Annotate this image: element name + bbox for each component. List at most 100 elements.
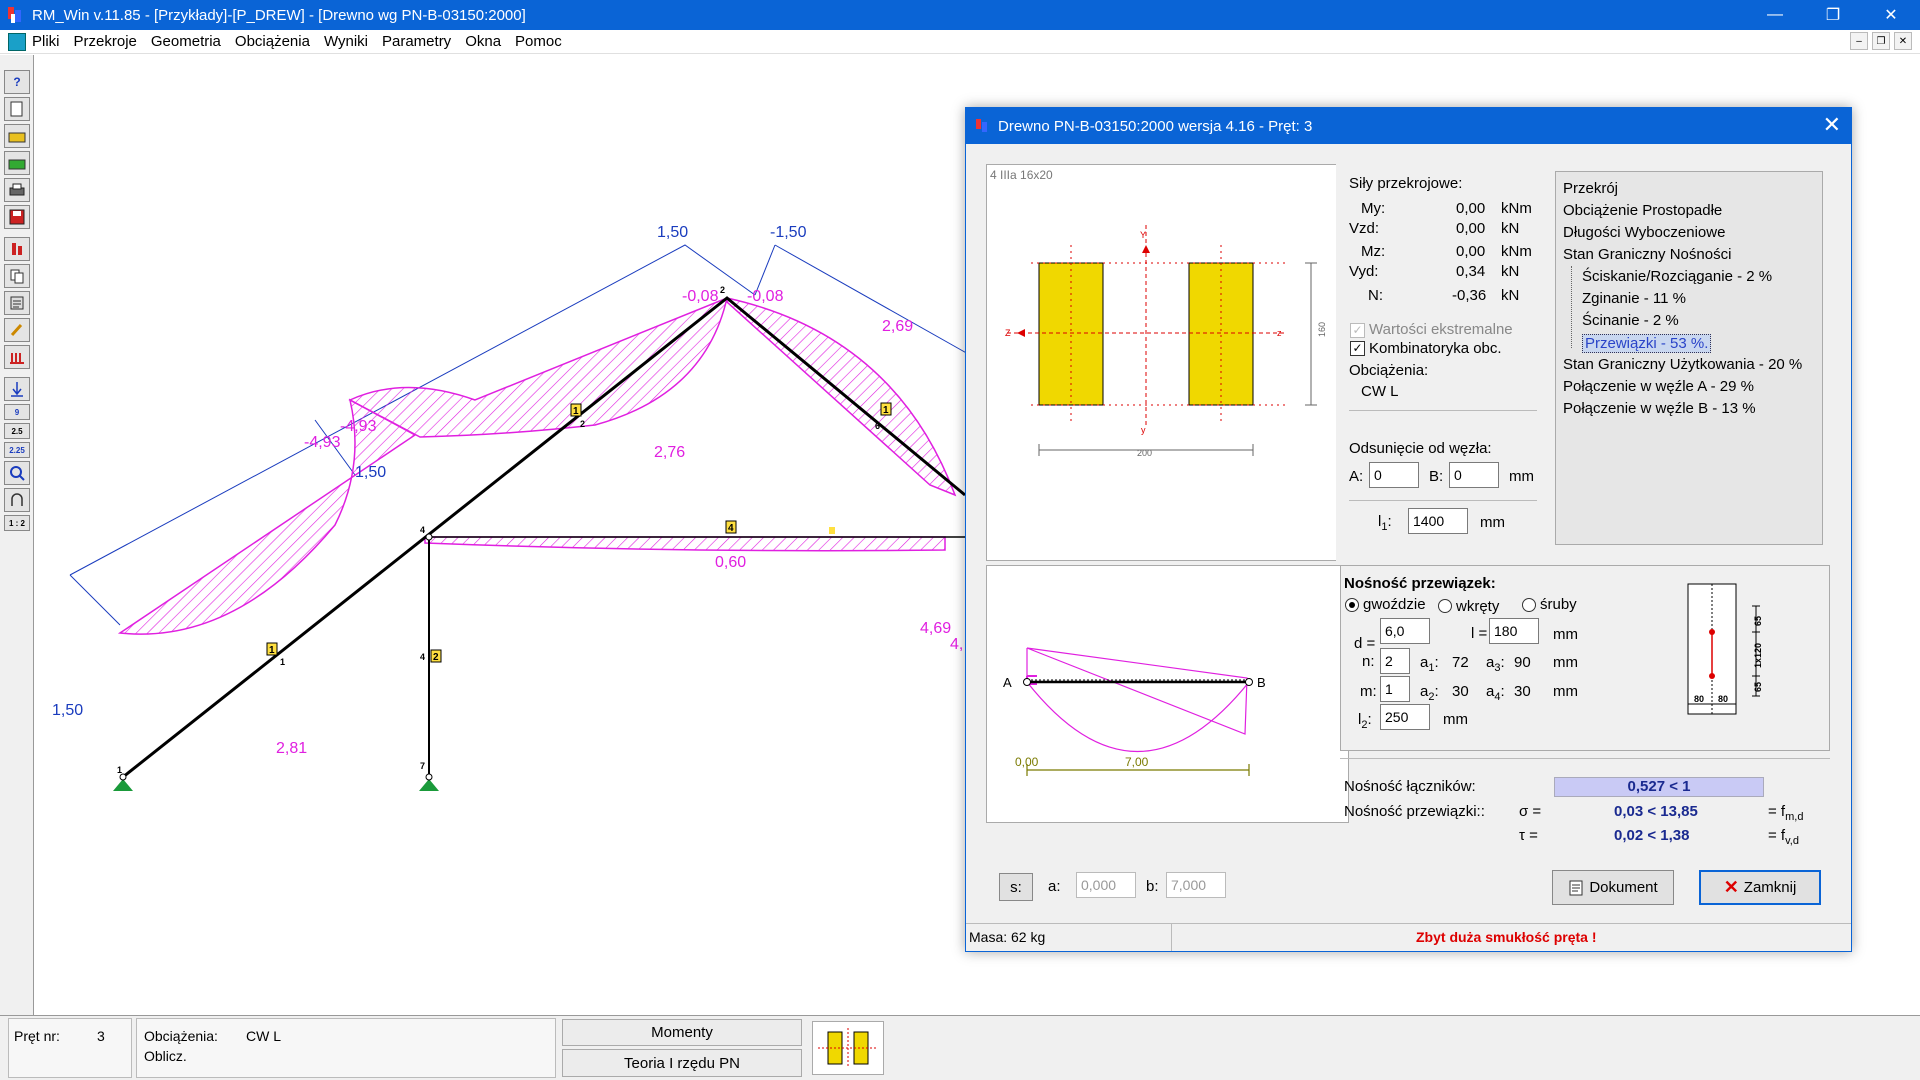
node-label: 6 [875, 421, 880, 431]
dimension-alt-button[interactable]: 2.25 [4, 442, 30, 458]
save-icon[interactable] [4, 205, 30, 229]
menu-geometria[interactable]: Geometria [151, 33, 221, 50]
menu-pliki[interactable]: Pliki [32, 33, 60, 50]
l-input[interactable]: 180 [1489, 618, 1539, 644]
new-file-icon[interactable] [4, 97, 30, 121]
section-icon[interactable] [4, 237, 30, 261]
tree-item-joint-a[interactable]: Połączenie w węźle A - 29 % [1563, 378, 1754, 395]
tree-item-ties-selected[interactable]: Przewiązki - 53 %. [1582, 334, 1712, 353]
document-icon[interactable] [8, 32, 26, 51]
a4-label: a4: [1486, 683, 1505, 703]
document-button-label: Dokument [1589, 879, 1658, 896]
menu-parametry[interactable]: Parametry [382, 33, 451, 50]
tree-item-shear[interactable]: Ścinanie - 2 % [1582, 312, 1679, 329]
coord-a-input[interactable]: 0,000 [1076, 872, 1136, 898]
menu-pomoc[interactable]: Pomoc [515, 33, 562, 50]
force-label-n: N: [1368, 287, 1383, 304]
arch-icon[interactable] [4, 488, 30, 512]
forces-heading: Siły przekrojowe: [1349, 175, 1463, 192]
coord-b-input[interactable]: 7,000 [1166, 872, 1226, 898]
zoom-icon[interactable] [4, 461, 30, 485]
dialog-status-strip [966, 923, 1851, 951]
mdi-close-button[interactable]: ✕ [1894, 32, 1912, 50]
minimize-button[interactable]: — [1746, 0, 1804, 30]
m-input[interactable]: 1 [1380, 676, 1410, 702]
radio-bolts[interactable] [1522, 598, 1536, 612]
offset-b-label: B: [1429, 468, 1444, 485]
tree-item-bending[interactable]: Zginanie - 11 % [1582, 290, 1686, 307]
diagram-value: 1,50 [657, 224, 688, 241]
axis-label: y [1141, 425, 1146, 435]
radio-screws[interactable] [1438, 599, 1452, 613]
load-number-button[interactable]: 9 [4, 404, 30, 420]
axis-label: Z [1005, 328, 1011, 338]
supports-icon[interactable] [4, 345, 30, 369]
results-tree[interactable]: Przekrój Obciążenie Prostopadłe Długości… [1555, 171, 1823, 545]
radio-bolts-label: śruby [1540, 596, 1577, 613]
s-button[interactable]: s: [999, 873, 1033, 901]
diagram-value: -1,50 [770, 224, 807, 241]
tree-item-joint-b[interactable]: Połączenie w węźle B - 13 % [1563, 400, 1756, 417]
report-icon[interactable] [4, 291, 30, 315]
node-label: 2 [720, 285, 725, 295]
extreme-values-checkbox[interactable]: ✓ [1350, 323, 1365, 338]
document-button[interactable]: Dokument [1552, 870, 1674, 905]
close-dialog-button[interactable]: ✕ Zamknij [1699, 870, 1821, 905]
moments-button[interactable]: Momenty [562, 1019, 802, 1046]
offset-a-input[interactable]: 0 [1369, 462, 1419, 488]
maximize-button[interactable]: ❐ [1804, 0, 1862, 30]
tree-item-section[interactable]: Przekrój [1563, 180, 1618, 197]
menu-okna[interactable]: Okna [465, 33, 501, 50]
a3-value: 90 [1514, 654, 1531, 671]
d-l-unit: mm [1553, 626, 1578, 643]
n-input[interactable]: 2 [1380, 648, 1410, 674]
tree-branch-line [1571, 266, 1572, 348]
open-example-icon[interactable] [4, 151, 30, 175]
offset-b-input[interactable]: 0 [1449, 462, 1499, 488]
dialog-loads-label: Obciążenia: [1349, 362, 1429, 379]
section-preview-button[interactable] [812, 1021, 884, 1075]
sketch-dim: 1x120 [1753, 643, 1763, 668]
l2-input[interactable]: 250 [1380, 704, 1430, 730]
tree-item-buckling-lengths[interactable]: Długości Wyboczeniowe [1563, 224, 1725, 241]
sketch-dim: 80 [1694, 694, 1704, 704]
l2-unit: mm [1443, 711, 1468, 728]
bar-label: 1 [269, 645, 275, 656]
d-input[interactable]: 6,0 [1380, 618, 1430, 644]
diagram-value: 1,50 [355, 464, 386, 481]
bar-info-box [8, 1018, 132, 1078]
brush-icon[interactable] [4, 318, 30, 342]
open-folder-icon[interactable] [4, 124, 30, 148]
diagram-value: -0,08 [747, 288, 784, 305]
sigma-label: σ = [1519, 803, 1542, 820]
radio-nails[interactable] [1345, 598, 1359, 612]
node-label: 4 [420, 652, 425, 662]
combinatorics-checkbox[interactable]: ✓ [1350, 341, 1365, 356]
scale-ratio-button[interactable]: 1 : 2 [4, 515, 30, 531]
a2-label: a2: [1420, 683, 1439, 703]
dialog-close-icon[interactable]: ✕ [1823, 112, 1841, 138]
menu-wyniki[interactable]: Wyniki [324, 33, 368, 50]
tree-item-perpendicular-load[interactable]: Obciążenie Prostopadłe [1563, 202, 1722, 219]
help-button[interactable]: ? [4, 70, 30, 94]
print-icon[interactable] [4, 178, 30, 202]
dimension-button[interactable]: 2.5 [4, 423, 30, 439]
l1-input[interactable]: 1400 [1408, 508, 1468, 534]
tree-item-sls[interactable]: Stan Graniczny Użytkowania - 20 % [1563, 356, 1802, 373]
calc-label: Oblicz. [144, 1048, 187, 1064]
menu-obciazenia[interactable]: Obciążenia [235, 33, 310, 50]
cross-section-drawing: Y y Z z 200 160 [1005, 225, 1327, 458]
theory-button[interactable]: Teoria I rzędu PN [562, 1049, 802, 1077]
tree-item-uls[interactable]: Stan Graniczny Nośności [1563, 246, 1731, 263]
moment-diagram [117, 296, 957, 635]
mdi-minimize-button[interactable]: – [1850, 32, 1868, 50]
axis-label: z [1277, 328, 1282, 338]
close-button[interactable]: ✕ [1862, 0, 1920, 30]
diagram-value: 4, [950, 636, 963, 653]
tree-item-compression[interactable]: Ściskanie/Rozciąganie - 2 % [1582, 268, 1772, 285]
a2-value: 30 [1452, 683, 1469, 700]
copy-icon[interactable] [4, 264, 30, 288]
load-icon[interactable] [4, 377, 30, 401]
menu-przekroje[interactable]: Przekroje [74, 33, 137, 50]
mdi-restore-button[interactable]: ❐ [1872, 32, 1890, 50]
